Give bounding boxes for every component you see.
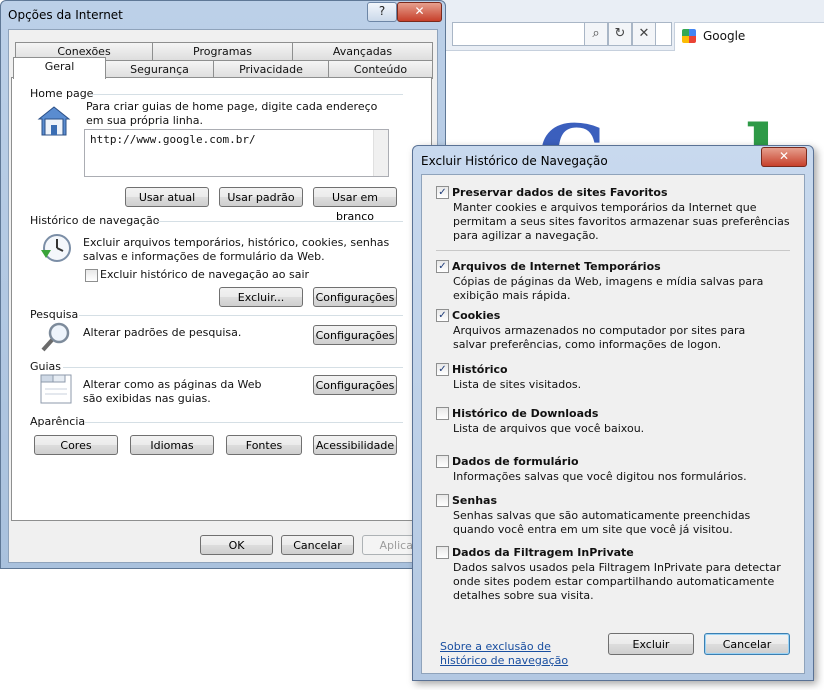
group-divider bbox=[63, 367, 403, 368]
colors-button[interactable]: Cores bbox=[34, 435, 118, 455]
browser-tab-google[interactable]: Google bbox=[674, 22, 824, 51]
languages-button[interactable]: Idiomas bbox=[130, 435, 214, 455]
inprivate-data-label: Dados da Filtragem InPrivate bbox=[452, 546, 634, 559]
cookies-desc: Arquivos armazenados no computador por s… bbox=[453, 324, 746, 351]
dialog-title: Excluir Histórico de Navegação bbox=[421, 154, 608, 168]
passwords-label: Senhas bbox=[452, 494, 498, 507]
search-description: Alterar padrões de pesquisa. bbox=[83, 326, 242, 339]
delete-on-exit-checkbox[interactable] bbox=[85, 269, 98, 282]
history-description: Excluir arquivos temporários, histórico,… bbox=[83, 236, 390, 263]
help-button[interactable]: ? bbox=[367, 2, 397, 22]
check-mark-icon: ✓ bbox=[438, 261, 447, 272]
form-data-label: Dados de formulário bbox=[452, 455, 579, 468]
magnifier-icon bbox=[41, 322, 70, 352]
cancel-button[interactable]: Cancelar bbox=[704, 633, 790, 655]
check-mark-icon: ✓ bbox=[438, 310, 447, 321]
tabs-description: Alterar como as páginas da Web são exibi… bbox=[83, 378, 262, 405]
group-divider bbox=[79, 315, 403, 316]
history-label: Histórico bbox=[452, 363, 508, 376]
browser-tab-label: Google bbox=[703, 29, 746, 43]
tab-programas[interactable]: Programas bbox=[152, 42, 293, 61]
tab-geral[interactable]: Geral bbox=[13, 57, 106, 79]
tabs-group-label: Guias bbox=[30, 360, 62, 373]
scrollbar[interactable] bbox=[373, 130, 388, 176]
group-divider bbox=[91, 94, 403, 95]
download-history-label: Histórico de Downloads bbox=[452, 407, 599, 420]
use-blank-button[interactable]: Usar em branco bbox=[313, 187, 397, 223]
use-default-button[interactable]: Usar padrão bbox=[219, 187, 303, 207]
tabs-window-icon bbox=[40, 374, 72, 404]
inprivate-data-desc: Dados salvos usados pela Filtragem InPri… bbox=[453, 561, 781, 602]
ok-button[interactable]: OK bbox=[200, 535, 273, 555]
history-clock-icon bbox=[41, 234, 71, 262]
dialog-client-area: ✓ Preservar dados de sites Favoritos Man… bbox=[421, 174, 805, 674]
inprivate-data-checkbox[interactable] bbox=[436, 546, 449, 559]
dialog-title: Opções da Internet bbox=[8, 8, 123, 22]
delete-history-button[interactable]: Excluir... bbox=[219, 287, 303, 307]
temp-files-desc: Cópias de páginas da Web, imagens e mídi… bbox=[453, 275, 764, 302]
internet-options-dialog: Opções da Internet ? ✕ Conexões Programa… bbox=[0, 0, 446, 569]
preserve-favorites-label: Preservar dados de sites Favoritos bbox=[452, 186, 668, 199]
about-deleting-history-link[interactable]: Sobre a exclusão de histórico de navegaç… bbox=[440, 640, 600, 668]
refresh-icon[interactable]: ↻ bbox=[608, 22, 632, 46]
home-page-url-field[interactable]: http://www.google.com.br/ bbox=[84, 129, 389, 177]
delete-history-dialog: Excluir Histórico de Navegação ✕ ✓ Prese… bbox=[412, 145, 814, 681]
home-page-group-label: Home page bbox=[30, 87, 94, 100]
history-settings-button[interactable]: Configurações bbox=[313, 287, 397, 307]
appearance-group-label: Aparência bbox=[30, 415, 86, 428]
download-history-desc: Lista de arquivos que você baixou. bbox=[453, 422, 645, 435]
tab-avancadas[interactable]: Avançadas bbox=[292, 42, 433, 61]
cookies-label: Cookies bbox=[452, 309, 501, 322]
delete-button[interactable]: Excluir bbox=[608, 633, 694, 655]
check-mark-icon: ✓ bbox=[438, 187, 447, 198]
use-current-button[interactable]: Usar atual bbox=[125, 187, 209, 207]
tabs-settings-button[interactable]: Configurações bbox=[313, 375, 397, 395]
cancel-button[interactable]: Cancelar bbox=[281, 535, 354, 555]
home-page-url-value: http://www.google.com.br/ bbox=[90, 133, 256, 146]
form-data-desc: Informações salvas que você digitou nos … bbox=[453, 470, 747, 483]
check-mark-icon: ✓ bbox=[438, 364, 447, 375]
stop-icon[interactable]: ✕ bbox=[632, 22, 656, 46]
preserve-favorites-desc: Manter cookies e arquivos temporários da… bbox=[453, 201, 790, 242]
home-page-description: Para criar guias de home page, digite ca… bbox=[86, 100, 378, 127]
history-desc: Lista de sites visitados. bbox=[453, 378, 582, 391]
close-button[interactable]: ✕ bbox=[397, 2, 442, 22]
passwords-desc: Senhas salvas que são automaticamente pr… bbox=[453, 509, 751, 536]
temp-files-checkbox[interactable]: ✓ bbox=[436, 260, 449, 273]
home-icon bbox=[37, 106, 71, 136]
temp-files-label: Arquivos de Internet Temporários bbox=[452, 260, 661, 273]
search-settings-button[interactable]: Configurações bbox=[313, 325, 397, 345]
fonts-button[interactable]: Fontes bbox=[226, 435, 302, 455]
close-button[interactable]: ✕ bbox=[761, 147, 807, 167]
cookies-checkbox[interactable]: ✓ bbox=[436, 309, 449, 322]
delete-on-exit-label: Excluir histórico de navegação ao sair bbox=[100, 268, 310, 281]
accessibility-button[interactable]: Acessibilidade bbox=[313, 435, 397, 455]
search-group-label: Pesquisa bbox=[30, 308, 79, 321]
download-history-checkbox[interactable] bbox=[436, 407, 449, 420]
history-group-label: Histórico de navegação bbox=[30, 214, 160, 227]
preserve-favorites-checkbox[interactable]: ✓ bbox=[436, 186, 449, 199]
passwords-checkbox[interactable] bbox=[436, 494, 449, 507]
search-icon[interactable]: ⌕ bbox=[584, 22, 608, 46]
divider bbox=[436, 250, 790, 251]
history-checkbox[interactable]: ✓ bbox=[436, 363, 449, 376]
google-favicon-icon bbox=[682, 29, 696, 43]
group-divider bbox=[156, 221, 403, 222]
form-data-checkbox[interactable] bbox=[436, 455, 449, 468]
group-divider bbox=[85, 422, 403, 423]
